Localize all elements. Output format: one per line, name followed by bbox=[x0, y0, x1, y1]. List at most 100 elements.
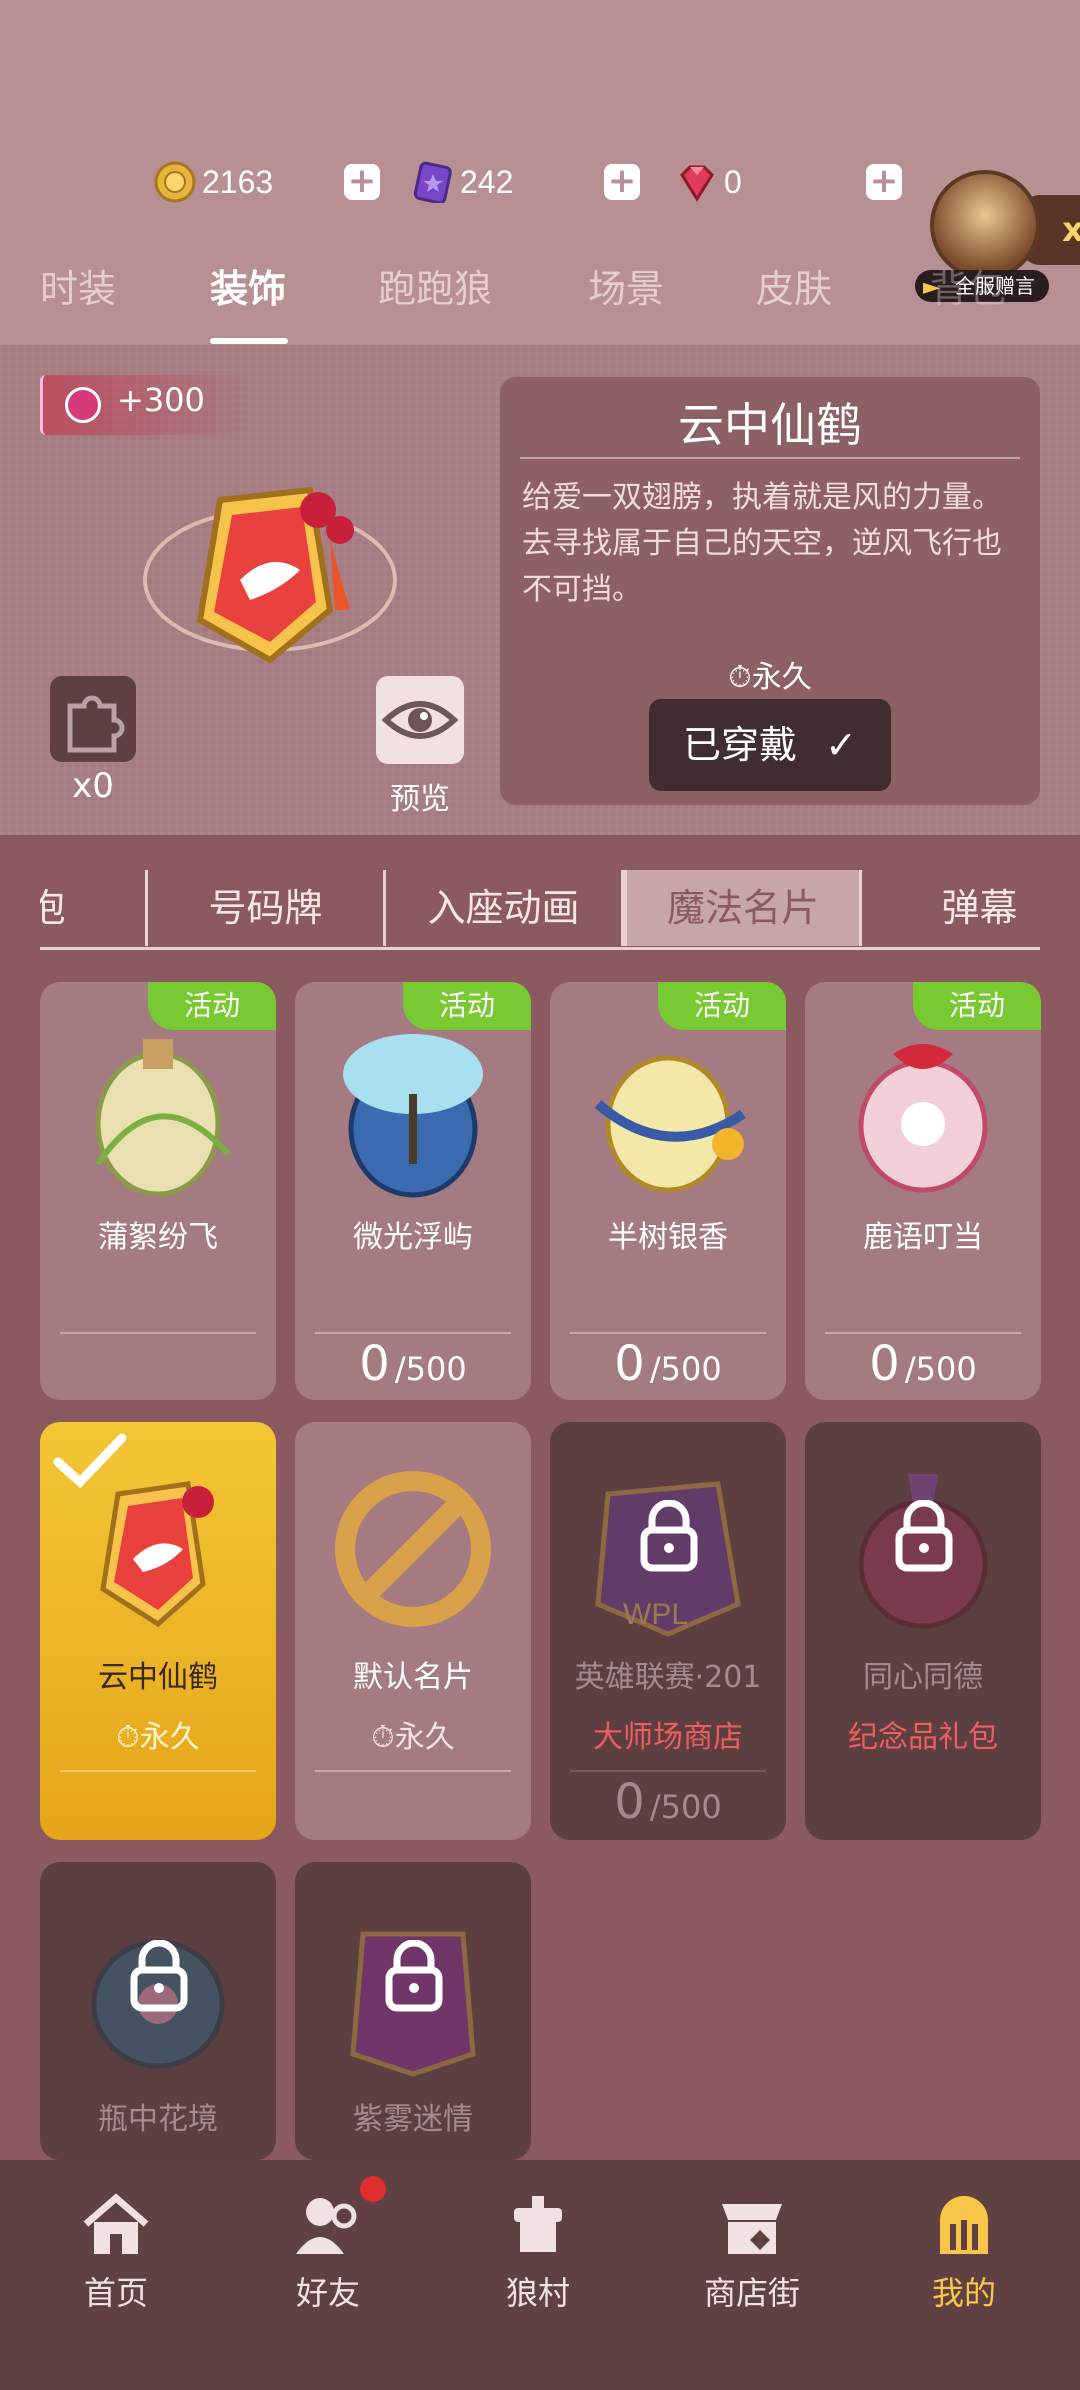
tab-bag[interactable]: 背包 bbox=[930, 258, 1006, 313]
subtab-seat-animation[interactable]: 入座动画 bbox=[386, 870, 624, 946]
divider bbox=[825, 1332, 1021, 1334]
card-name: 蒲絮纷飞 bbox=[98, 1220, 218, 1255]
lock-icon bbox=[130, 1940, 188, 2012]
svg-text:WPL: WPL bbox=[623, 1598, 688, 1631]
card-name: 紫雾迷情 bbox=[353, 2102, 473, 2137]
item-duration-text: 永久 bbox=[751, 660, 812, 695]
nav-village[interactable]: 狼村 bbox=[478, 2190, 598, 2314]
card-item[interactable]: 活动 半树银香 0 /500 bbox=[550, 982, 786, 1400]
card-item-locked[interactable]: WPL 英雄联赛·201 大师场商店 0 /500 bbox=[550, 1422, 786, 1840]
card-item[interactable]: 活动 鹿语叮当 0 /500 bbox=[805, 982, 1041, 1400]
card-progress: 0 /500 bbox=[614, 1336, 722, 1392]
card-name: 默认名片 bbox=[353, 1660, 473, 1695]
worn-label: 已穿戴 bbox=[683, 723, 798, 767]
card-name: 半树银香 bbox=[608, 1220, 728, 1255]
divider bbox=[570, 1770, 766, 1772]
notification-dot bbox=[360, 2176, 386, 2202]
no-entry-icon bbox=[335, 1471, 491, 1627]
lock-icon bbox=[385, 1940, 443, 2012]
card-name: 鹿语叮当 bbox=[863, 1220, 983, 1255]
nav-shop[interactable]: 商店街 bbox=[692, 2190, 812, 2314]
card-item[interactable]: 活动 微光浮屿 0 /500 bbox=[295, 982, 531, 1400]
subtab-number-plate[interactable]: 号码牌 bbox=[148, 870, 386, 946]
divider bbox=[60, 1770, 256, 1772]
nav-home[interactable]: 首页 bbox=[56, 2190, 176, 2314]
timer-icon: ⏱ bbox=[728, 660, 752, 695]
bottle-card-image bbox=[594, 1055, 746, 1193]
card-duration: ⏱永久 bbox=[371, 1720, 455, 1755]
subtabs: 气泡 号码牌 入座动画 魔法名片 弹幕 bbox=[40, 870, 1040, 950]
checkmark-icon bbox=[53, 1433, 127, 1489]
bottle-card-image bbox=[95, 1039, 231, 1197]
card-name: 微光浮屿 bbox=[353, 1220, 473, 1255]
divider bbox=[315, 1770, 511, 1772]
add-coins-button[interactable]: + bbox=[344, 164, 380, 200]
tab-decoration[interactable]: 装饰 bbox=[210, 258, 286, 313]
tab-scene[interactable]: 场景 bbox=[588, 258, 664, 313]
item-duration: ⏱永久 bbox=[500, 652, 1040, 696]
tab-runner[interactable]: 跑跑狼 bbox=[378, 258, 492, 313]
divider bbox=[315, 1332, 511, 1334]
divider bbox=[520, 457, 1020, 459]
nav-profile[interactable]: 我的 bbox=[904, 2190, 1024, 2314]
tab-outfit[interactable]: 时装 bbox=[40, 258, 116, 313]
subtab-bubble[interactable]: 气泡 bbox=[40, 870, 148, 946]
card-progress: 0 /500 bbox=[614, 1774, 722, 1830]
card-source: 纪念品礼包 bbox=[848, 1720, 998, 1755]
add-gems-button[interactable]: + bbox=[866, 164, 902, 200]
card-item[interactable]: 活动 蒲絮纷飞 bbox=[40, 982, 276, 1400]
purple-card-icon bbox=[413, 161, 452, 203]
card-duration: ⏱永久 bbox=[116, 1720, 200, 1755]
bottom-nav: 首页 好友 狼村 商店街 我的 bbox=[0, 2160, 1080, 2390]
shop-icon bbox=[722, 2204, 782, 2254]
preview-label: 预览 bbox=[390, 782, 450, 817]
card-name: 瓶中花境 bbox=[98, 2102, 218, 2137]
puzzle-icon bbox=[67, 695, 125, 753]
lock-icon bbox=[895, 1500, 953, 1572]
active-tab-indicator bbox=[210, 338, 288, 344]
subtab-magic-card[interactable]: 魔法名片 bbox=[624, 870, 862, 946]
fragment-count: x0 bbox=[72, 766, 114, 806]
card-progress: 0 /500 bbox=[359, 1336, 467, 1392]
card-item-selected[interactable]: 云中仙鹤 ⏱永久 bbox=[40, 1422, 276, 1840]
gem-count: 0 bbox=[724, 163, 742, 200]
add-cards-button[interactable]: + bbox=[604, 164, 640, 200]
card-name: 云中仙鹤 bbox=[98, 1660, 218, 1695]
main-tabs: 时装 装饰 跑跑狼 场景 皮肤 背包 bbox=[0, 258, 1080, 338]
eye-icon bbox=[381, 701, 459, 739]
timer-icon: ⏱ bbox=[371, 1720, 395, 1755]
friends-icon bbox=[296, 2198, 357, 2254]
pink-gem-icon bbox=[65, 387, 101, 423]
divider bbox=[570, 1332, 766, 1334]
card-name: 同心同德 bbox=[863, 1660, 983, 1695]
check-icon: ✓ bbox=[825, 723, 857, 767]
card-progress: 0 /500 bbox=[869, 1336, 977, 1392]
card-item-locked[interactable]: 瓶中花境 bbox=[40, 1862, 276, 2160]
home-icon bbox=[83, 2193, 149, 2254]
coin-balance: 2163 bbox=[154, 152, 273, 212]
card-source: 大师场商店 bbox=[593, 1720, 743, 1755]
preview-button[interactable] bbox=[376, 676, 464, 764]
score-bonus-tag: +300 bbox=[40, 375, 250, 435]
tab-skin[interactable]: 皮肤 bbox=[756, 258, 832, 313]
item-title: 云中仙鹤 bbox=[678, 398, 862, 452]
fragment-button[interactable] bbox=[50, 676, 136, 762]
card-item-locked[interactable]: 同心同德 纪念品礼包 bbox=[805, 1422, 1041, 1840]
gem-icon bbox=[680, 165, 714, 202]
crane-card-image bbox=[143, 486, 397, 664]
subtab-danmaku[interactable]: 弹幕 bbox=[862, 870, 1040, 946]
card-item[interactable]: 默认名片 ⏱永久 bbox=[295, 1422, 531, 1840]
timer-icon: ⏱ bbox=[116, 1720, 140, 1755]
nav-friends[interactable]: 好友 bbox=[268, 2190, 388, 2314]
score-bonus: +300 bbox=[117, 381, 205, 419]
coin-icon bbox=[154, 161, 196, 203]
profile-icon bbox=[940, 2196, 988, 2254]
worn-button[interactable]: 已穿戴 ✓ bbox=[649, 699, 891, 791]
bottle-card-image bbox=[343, 1034, 483, 1198]
card-item-locked[interactable]: 紫雾迷情 bbox=[295, 1862, 531, 2160]
bottle-card-image bbox=[858, 1044, 988, 1193]
card-name: 英雄联赛·201 bbox=[574, 1660, 762, 1695]
currency-row: 2163 + 242 + 0 + bbox=[0, 152, 1080, 212]
village-icon bbox=[514, 2196, 562, 2252]
gem-balance: 0 bbox=[676, 152, 742, 212]
